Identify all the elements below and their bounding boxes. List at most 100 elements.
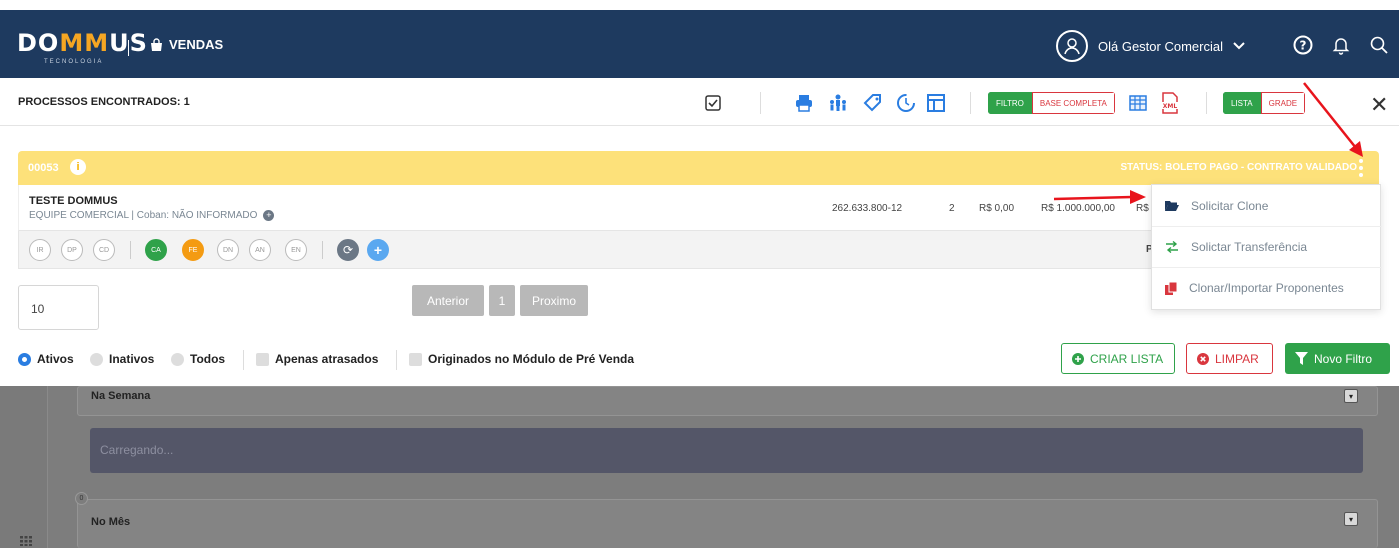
history-icon[interactable] xyxy=(895,92,917,114)
svg-text:?: ? xyxy=(1300,39,1307,53)
team-text: EQUIPE COMERCIAL | Coban: NÃO INFORMADO xyxy=(29,210,258,221)
value-2: R$ 1.000.000,00 xyxy=(1041,203,1115,214)
times-circle-icon xyxy=(1197,352,1209,365)
add-stage-icon[interactable]: + xyxy=(367,239,389,261)
bell-icon[interactable] xyxy=(1330,34,1352,56)
radio-icon xyxy=(90,352,103,366)
panel-title: Na Semana xyxy=(91,390,151,402)
clonar-importar-item[interactable]: Clonar/Importar Proponentes xyxy=(1152,267,1382,308)
xml-export-icon[interactable]: XML xyxy=(1159,92,1181,114)
process-actions-dropdown: Solicitar Clone Solictar Transferência C… xyxy=(1151,184,1382,310)
chevron-down-icon: ▾ xyxy=(1344,512,1358,526)
print-icon[interactable] xyxy=(793,92,815,114)
radio-todos[interactable]: Todos xyxy=(171,352,225,366)
client-name[interactable]: TESTE DOMMUS xyxy=(29,195,118,207)
next-page-button[interactable]: Proximo xyxy=(520,285,588,316)
radio-selected-icon xyxy=(18,352,31,366)
stage-an[interactable]: AN xyxy=(249,239,271,261)
limpar-button[interactable]: LIMPAR xyxy=(1186,343,1273,374)
panel-na-semana: Na Semana ▾ xyxy=(77,386,1378,416)
value-1: R$ 0,00 xyxy=(979,203,1015,214)
stage-ca[interactable]: CA xyxy=(145,239,167,261)
user-menu[interactable]: Olá Gestor Comercial xyxy=(1056,30,1245,62)
solicitar-transferencia-item[interactable]: Solictar Transferência xyxy=(1152,226,1382,267)
dimmed-left-sidebar xyxy=(0,386,48,548)
novo-filtro-button[interactable]: Novo Filtro xyxy=(1285,343,1390,374)
chevron-down-icon xyxy=(1233,42,1245,50)
stage-dp[interactable]: DP xyxy=(61,239,83,261)
search-icon[interactable] xyxy=(1368,34,1390,56)
top-strip xyxy=(0,0,1399,10)
chevron-down-icon: ▾ xyxy=(1344,389,1358,403)
tags-icon[interactable] xyxy=(862,92,884,114)
module-selector[interactable]: VENDAS xyxy=(150,37,223,52)
stage-divider xyxy=(322,241,323,259)
process-card-header: 00053 i STATUS: BOLETO PAGO - CONTRATO V… xyxy=(18,151,1379,185)
add-circle-icon[interactable]: + xyxy=(263,210,275,221)
radio-icon xyxy=(171,352,184,366)
panel-no-mes: No Mês ▾ xyxy=(77,499,1378,548)
spreadsheet-icon[interactable] xyxy=(1127,92,1149,114)
stage-divider xyxy=(130,241,131,259)
panel-title: No Mês xyxy=(91,516,131,528)
filter-icon xyxy=(1295,352,1308,365)
info-icon[interactable]: i xyxy=(70,159,86,175)
shopping-bag-icon xyxy=(151,37,162,51)
checkbox-originados[interactable]: Originados no Módulo de Pré Venda xyxy=(409,352,634,366)
filter-divider xyxy=(396,350,397,370)
table-layout-icon[interactable] xyxy=(925,92,947,114)
stage-fe[interactable]: FE xyxy=(182,239,204,261)
user-avatar-icon xyxy=(1056,30,1088,62)
checkbox-icon xyxy=(256,352,269,366)
results-toolbar: PROCESSOS ENCONTRADOS: 1 FILTRO BASE COM… xyxy=(0,78,1399,126)
plus-circle-icon xyxy=(1072,352,1084,365)
team-info: EQUIPE COMERCIAL | Coban: NÃO INFORMADO … xyxy=(29,210,275,221)
count-value: 2 xyxy=(949,203,955,214)
toolbar-divider xyxy=(970,92,971,114)
people-hierarchy-icon[interactable] xyxy=(827,92,849,114)
checkbox-icon xyxy=(409,352,422,366)
kebab-menu-icon[interactable] xyxy=(1358,159,1364,177)
exchange-icon xyxy=(1166,241,1178,253)
grade-toggle[interactable]: GRADE xyxy=(1260,92,1306,114)
clonar-importar-label: Clonar/Importar Proponentes xyxy=(1189,281,1344,295)
checkbox-apenas-atrasados[interactable]: Apenas atrasados xyxy=(256,352,378,366)
base-completa-toggle[interactable]: BASE COMPLETA xyxy=(1031,92,1115,114)
radio-inativos[interactable]: Inativos xyxy=(90,352,154,366)
count-badge: 0 xyxy=(75,492,88,505)
view-mode-toggle: LISTA GRADE xyxy=(1223,92,1306,114)
criar-lista-button[interactable]: CRIAR LISTA xyxy=(1061,343,1175,374)
loading-bar: Carregando... xyxy=(90,428,1363,473)
stage-ir[interactable]: IR xyxy=(29,239,51,261)
help-icon[interactable]: ? xyxy=(1292,34,1314,56)
close-icon[interactable]: ✕ xyxy=(1370,92,1388,118)
logo-separator xyxy=(128,40,129,56)
solicitar-clone-label: Solicitar Clone xyxy=(1191,198,1269,213)
results-count: PROCESSOS ENCONTRADOS: 1 xyxy=(18,96,190,108)
copy-icon xyxy=(1165,281,1177,295)
filtro-toggle[interactable]: FILTRO xyxy=(988,92,1032,114)
filter-bar: Ativos Inativos Todos Apenas atrasados O… xyxy=(0,340,1399,386)
lista-toggle[interactable]: LISTA xyxy=(1223,92,1261,114)
module-label: VENDAS xyxy=(169,37,224,52)
per-page-input[interactable]: 10 xyxy=(18,285,99,330)
select-all-checkbox-icon[interactable] xyxy=(702,92,724,114)
toolbar-divider xyxy=(760,92,761,114)
solicitar-clone-item[interactable]: Solicitar Clone xyxy=(1152,185,1382,226)
solicitar-transferencia-label: Solictar Transferência xyxy=(1191,240,1308,254)
svg-text:XML: XML xyxy=(1163,103,1178,110)
filter-mode-toggle: FILTRO BASE COMPLETA xyxy=(988,92,1115,114)
logo-subtitle: TECNOLOGIA xyxy=(44,59,104,65)
user-greeting: Olá Gestor Comercial xyxy=(1098,38,1223,54)
stage-cd[interactable]: CD xyxy=(93,239,115,261)
sync-icon[interactable]: ⟳ xyxy=(337,239,359,261)
stage-en[interactable]: EN xyxy=(285,239,307,261)
cpf-value: 262.633.800-12 xyxy=(832,203,903,214)
grid-icon xyxy=(20,536,32,546)
radio-ativos[interactable]: Ativos xyxy=(18,352,74,366)
previous-page-button[interactable]: Anterior xyxy=(412,285,484,316)
page-number-button[interactable]: 1 xyxy=(489,285,515,316)
process-id[interactable]: 00053 xyxy=(28,162,59,174)
stage-dn[interactable]: DN xyxy=(217,239,239,261)
process-status: STATUS: BOLETO PAGO - CONTRATO VALIDADO xyxy=(1120,162,1357,173)
